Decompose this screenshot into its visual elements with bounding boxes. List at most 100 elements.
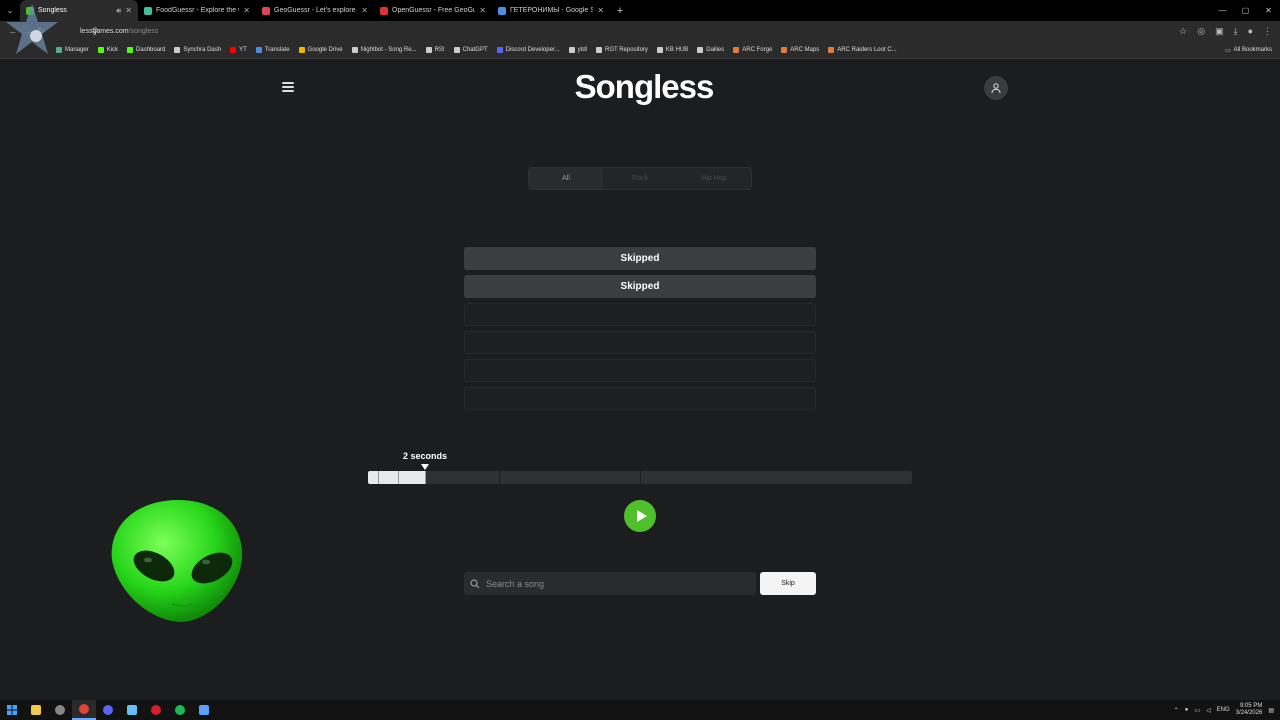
tray-chevron-icon[interactable]: ⌃ (1174, 707, 1179, 714)
bookmark-item[interactable]: ARC Maps (781, 46, 820, 53)
bookmark-item[interactable]: Google Drive (298, 46, 343, 53)
tab-title: GeoGuessr - Let's explore the world (274, 7, 357, 14)
guess-row (464, 387, 816, 410)
bookmark-favicon-icon (97, 46, 104, 53)
steam-icon[interactable] (120, 700, 144, 720)
browser-tab[interactable]: ГЕТЕРОНИМЫ - Google Search✕ (492, 0, 610, 21)
bookmark-item[interactable]: RGT Repository (596, 46, 648, 53)
bookmark-item[interactable]: Translate (255, 46, 290, 53)
bookmark-label: Google Drive (307, 46, 343, 53)
start-button[interactable] (0, 700, 24, 720)
discord-icon[interactable] (96, 700, 120, 720)
minimize-icon[interactable]: — (1211, 0, 1234, 21)
windows-taskbar: ⌃ ● ▭ ◁ ENG 9:05 PM 3/24/2026 ▤ (0, 700, 1280, 720)
extensions-puzzle-icon[interactable]: ▣ (1215, 26, 1224, 37)
clock[interactable]: 9:05 PM 3/24/2026 (1236, 703, 1263, 717)
bookmark-label: Dailies (706, 46, 725, 53)
chrome-icon[interactable] (72, 700, 96, 720)
bookmark-item[interactable]: Manager (56, 46, 89, 53)
bookmark-item[interactable]: Discord Developer... (496, 46, 560, 53)
network-icon[interactable]: ▭ (1194, 707, 1200, 714)
bookmark-item[interactable]: ytdl (568, 46, 587, 53)
bookmark-label: Nightbot - Song Re... (360, 46, 417, 53)
bookmark-favicon-icon (230, 46, 237, 53)
genre-tab[interactable]: Hip Hop (677, 168, 751, 189)
volume-icon[interactable]: ◁ (1206, 707, 1211, 714)
seconds-label: 2 seconds (402, 451, 448, 461)
bookmark-item[interactable]: YT (230, 46, 247, 53)
bookmark-item[interactable]: ChatGPT (453, 46, 488, 53)
bookmark-item[interactable]: Dashboard (127, 46, 165, 53)
tab-close-icon[interactable]: ✕ (243, 6, 250, 15)
close-icon[interactable]: ✕ (1257, 0, 1280, 21)
bookmark-label: Discord Developer... (505, 46, 560, 53)
address-bar[interactable]: lessgames.com/songless (80, 23, 1180, 39)
bookmark-item[interactable]: Synchra Dash (174, 46, 221, 53)
bookmark-item[interactable]: KB HUB (656, 46, 688, 53)
playhead-marker-icon (421, 464, 429, 470)
browser-tab[interactable]: GeoGuessr - Let's explore the world ✕ (256, 0, 374, 21)
tab-audio-icon[interactable]: 🔊︎ (116, 6, 121, 16)
extension-icon[interactable]: ◎ (1197, 26, 1205, 37)
play-button[interactable] (624, 500, 656, 532)
timeline-segment-divider (378, 471, 379, 484)
notifications-icon[interactable]: ▤ (1268, 707, 1274, 714)
profile-icon[interactable]: ● (1248, 26, 1253, 36)
bookmark-favicon-icon (351, 46, 358, 53)
bookmark-label: Kick (106, 46, 119, 53)
app-icon[interactable] (192, 700, 216, 720)
genre-selector: All Rock Hip Hop (528, 167, 752, 190)
file-explorer-icon[interactable] (24, 700, 48, 720)
site-logo[interactable]: Songless (540, 68, 748, 106)
opera-icon[interactable] (144, 700, 168, 720)
bookmark-item[interactable]: ARC Raiders Loot C... (828, 46, 897, 53)
browser-tab-strip: ⌄ Songless🔊︎✕FoodGuessr - Explore the wo… (0, 0, 1280, 21)
bookmark-favicon-icon (127, 46, 134, 53)
genre-tab[interactable]: All (529, 168, 603, 189)
song-search-input[interactable] (486, 578, 736, 589)
maximize-icon[interactable]: ▢ (1234, 0, 1257, 21)
clock-date: 3/24/2026 (1235, 710, 1263, 716)
bookmark-favicon-icon (733, 46, 740, 53)
bookmark-favicon-icon (656, 46, 663, 53)
bookmark-star-icon[interactable]: ☆ (1179, 26, 1187, 37)
bookmark-item[interactable]: Dailies (697, 46, 725, 53)
skip-button[interactable]: Skip (760, 572, 816, 595)
spotify-icon[interactable] (168, 700, 192, 720)
browser-tab[interactable]: OpenGuessr - Free GeoGuessr✕ (374, 0, 492, 21)
bookmark-favicon-icon (828, 46, 835, 53)
audio-timeline[interactable] (368, 471, 912, 484)
tab-favicon-icon (498, 6, 506, 15)
bookmark-item[interactable]: ARC Forge (733, 46, 772, 53)
all-bookmarks-button[interactable]: ▭ All Bookmarks (1225, 41, 1272, 59)
steam-overlay-icon[interactable] (48, 700, 72, 720)
microphone-icon[interactable]: ● (1185, 707, 1189, 713)
bookmark-favicon-icon (174, 46, 181, 53)
new-tab-button[interactable]: + (610, 5, 630, 17)
system-tray: ⌃ ● ▭ ◁ ENG 9:05 PM 3/24/2026 ▤ (1174, 700, 1274, 720)
genre-tab[interactable]: Rock (603, 168, 677, 189)
guess-row (464, 331, 816, 354)
hamburger-menu-icon[interactable] (282, 82, 294, 92)
tab-close-icon[interactable]: ✕ (125, 6, 132, 15)
guess-row: Skipped (464, 275, 816, 298)
download-icon[interactable]: ⤓ (1234, 26, 1238, 37)
language-indicator[interactable]: ENG (1217, 707, 1230, 713)
window-controls: — ▢ ✕ (1211, 0, 1280, 21)
bookmark-item[interactable]: Kick (97, 46, 119, 53)
browser-tab[interactable]: FoodGuessr - Explore the world ✕ (138, 0, 256, 21)
tab-close-icon[interactable]: ✕ (479, 6, 486, 15)
bookmark-item[interactable]: Nightbot - Song Re... (351, 46, 417, 53)
bookmark-label: ARC Maps (790, 46, 820, 53)
bookmark-favicon-icon (453, 46, 460, 53)
bookmarks-bar: Manager Kick Dashboard Synchra Dash YT Transl… (0, 41, 1280, 59)
bookmark-item[interactable]: RSI (425, 46, 445, 53)
menu-kebab-icon[interactable]: ⋮ (1263, 26, 1272, 37)
bookmark-label: ARC Raiders Loot C... (837, 46, 897, 53)
tab-close-icon[interactable]: ✕ (361, 6, 368, 15)
play-icon (636, 510, 647, 522)
tab-close-icon[interactable]: ✕ (597, 6, 604, 15)
user-account-icon[interactable] (984, 76, 1008, 100)
tab-title: FoodGuessr - Explore the world (156, 7, 239, 14)
guess-row (464, 303, 816, 326)
